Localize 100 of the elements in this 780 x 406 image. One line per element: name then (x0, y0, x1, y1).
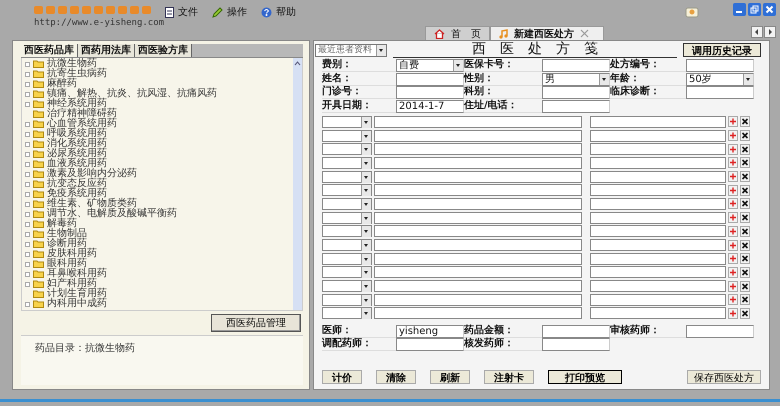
input-field[interactable] (590, 225, 726, 238)
input-field[interactable] (590, 156, 726, 169)
input-field[interactable] (396, 72, 464, 86)
input-field[interactable] (542, 86, 610, 100)
input-field[interactable] (374, 143, 582, 156)
input-field[interactable] (374, 307, 582, 320)
input-field[interactable] (590, 143, 726, 156)
input-field[interactable] (374, 266, 582, 278)
select-field[interactable] (322, 225, 372, 238)
input-field[interactable] (590, 307, 726, 320)
minimize-icon[interactable] (733, 3, 746, 16)
input-field[interactable] (542, 100, 610, 113)
tree-item[interactable]: 内科用中成药 (47, 299, 107, 309)
close-icon[interactable] (580, 29, 589, 38)
input-field[interactable] (590, 252, 726, 265)
add-icon[interactable] (728, 157, 738, 168)
input-field[interactable] (590, 184, 726, 196)
scrollbar[interactable] (293, 58, 302, 310)
tab[interactable]: 新建西医处方 (490, 26, 604, 40)
manage-drugs-button[interactable]: 西医药品管理 (211, 314, 301, 332)
action-button[interactable]: 打印预览 (548, 370, 622, 384)
input-field[interactable] (590, 266, 726, 278)
tree-item[interactable]: 血液系统用药 (47, 159, 107, 169)
input-field[interactable] (374, 294, 582, 306)
tree-item[interactable]: 抗变态反应药 (47, 179, 107, 189)
tree-item[interactable]: 呼吸系统用药 (47, 129, 107, 139)
menu-item[interactable]: 文件 (165, 5, 198, 19)
input-field[interactable] (374, 198, 582, 210)
tree-item[interactable]: 镇痛、解热、抗炎、抗风湿、抗痛风药 (47, 89, 217, 99)
input-field[interactable] (590, 170, 726, 183)
select-field[interactable] (322, 266, 372, 278)
tree-item[interactable]: 计划生育用药 (47, 289, 107, 299)
select-field[interactable] (322, 156, 372, 169)
scroll-right-icon[interactable] (764, 26, 776, 38)
tree-item[interactable]: 生物制品 (47, 229, 87, 239)
select-field[interactable] (322, 116, 372, 128)
add-icon[interactable] (728, 198, 738, 210)
input-field[interactable] (590, 198, 726, 210)
delete-icon[interactable] (740, 253, 750, 264)
input-field[interactable] (374, 184, 582, 196)
scroll-up-icon[interactable] (294, 61, 301, 66)
input-field[interactable] (374, 239, 582, 252)
library-tab[interactable]: 西医验方库 (135, 44, 192, 57)
delete-icon[interactable] (740, 198, 750, 210)
delete-icon[interactable] (740, 240, 750, 251)
scroll-left-icon[interactable] (751, 26, 763, 38)
delete-icon[interactable] (740, 116, 750, 128)
history-button[interactable]: 调用历史记录 (683, 43, 761, 57)
tree-item[interactable]: 诊断用药 (47, 239, 87, 249)
library-tab[interactable]: 西医药品库 (21, 44, 78, 57)
select-field[interactable] (322, 239, 372, 252)
select-field[interactable] (322, 170, 372, 183)
input-field[interactable]: yisheng (396, 324, 464, 338)
add-icon[interactable] (728, 171, 738, 182)
input-field[interactable] (374, 130, 582, 142)
tree-item[interactable]: 麻醉药 (47, 79, 77, 89)
tree-item[interactable]: 泌尿系统用药 (47, 149, 107, 159)
action-button[interactable]: 注射卡 (484, 370, 534, 384)
add-icon[interactable] (728, 144, 738, 155)
select-field[interactable] (322, 294, 372, 306)
expand-icon[interactable] (25, 302, 30, 306)
add-icon[interactable] (728, 266, 738, 278)
action-button[interactable]: 清除 (376, 370, 416, 384)
delete-icon[interactable] (740, 226, 750, 237)
library-tab[interactable]: 西药用法库 (78, 44, 135, 57)
input-field[interactable] (374, 170, 582, 183)
delete-icon[interactable] (740, 171, 750, 182)
action-button[interactable]: 计价 (322, 370, 362, 384)
tree-item[interactable]: 抗微生物药 (47, 59, 97, 69)
delete-icon[interactable] (740, 308, 750, 319)
add-icon[interactable] (728, 308, 738, 319)
tree-item[interactable]: 消化系统用药 (47, 139, 107, 149)
input-field[interactable] (590, 294, 726, 306)
tree-item[interactable]: 调节水、电解质及酸碱平衡药 (47, 209, 177, 219)
delete-icon[interactable] (740, 144, 750, 155)
input-field[interactable] (374, 156, 582, 169)
add-icon[interactable] (728, 294, 738, 306)
menu-item[interactable]: 帮助 (261, 5, 296, 19)
input-field[interactable] (374, 116, 582, 128)
input-field[interactable] (396, 338, 464, 352)
input-field[interactable] (374, 280, 582, 292)
input-field[interactable] (686, 86, 754, 100)
select-field[interactable]: 50岁 (686, 72, 754, 86)
input-field[interactable] (374, 212, 582, 224)
select-field[interactable]: 男 (542, 72, 610, 86)
delete-icon[interactable] (740, 266, 750, 278)
tree-item[interactable]: 激素及影响内分泌药 (47, 169, 137, 179)
select-field[interactable] (322, 212, 372, 224)
add-icon[interactable] (728, 240, 738, 251)
add-icon[interactable] (728, 184, 738, 196)
delete-icon[interactable] (740, 130, 750, 142)
tree-item[interactable]: 妇产科用药 (47, 279, 97, 289)
delete-icon[interactable] (740, 212, 750, 224)
add-icon[interactable] (728, 253, 738, 264)
save-button[interactable]: 保存西医处方 (687, 370, 761, 384)
select-field[interactable]: 自费 (396, 59, 464, 72)
add-icon[interactable] (728, 212, 738, 224)
input-field[interactable] (590, 116, 726, 128)
input-field[interactable] (374, 252, 582, 265)
input-field[interactable] (374, 225, 582, 238)
